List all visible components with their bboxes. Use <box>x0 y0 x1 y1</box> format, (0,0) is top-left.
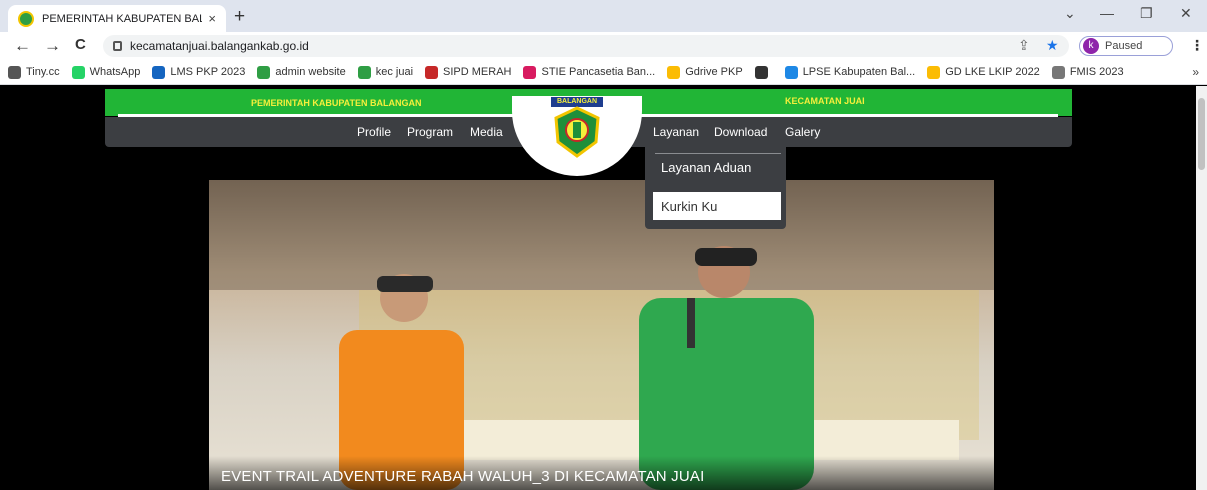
bookmark-favicon-icon <box>927 65 941 79</box>
profile-button[interactable]: k Paused <box>1079 36 1173 56</box>
bookmark-favicon-icon <box>754 65 768 79</box>
address-bar[interactable]: kecamatanjuai.balangankab.go.id <box>103 35 1069 57</box>
bookmark-label: LPSE Kabupaten Bal... <box>802 66 916 78</box>
profile-status: Paused <box>1105 40 1143 52</box>
menu-item-layanan-aduan[interactable]: Layanan Aduan <box>661 160 751 175</box>
close-window-button[interactable]: ✕ <box>1180 5 1192 22</box>
bookmark-favicon-icon <box>8 65 21 79</box>
hero-photo <box>209 180 994 490</box>
browser-toolbar: ← → C kecamatanjuai.balangankab.go.id ⇪ … <box>0 32 1207 60</box>
bookmark-item[interactable]: Tiny.cc <box>8 65 60 79</box>
bookmark-item[interactable]: GD LKE LKIP 2022 <box>927 65 1040 79</box>
bookmark-label: STIE Pancasetia Ban... <box>541 66 656 78</box>
bookmark-item[interactable]: kec juai <box>357 65 414 79</box>
bookmark-label: GD LKE LKIP 2022 <box>945 66 1040 78</box>
web-page: PEMERINTAH KABUPATEN BALANGAN KECAMATAN … <box>0 86 1196 490</box>
bookmark-label: SIPD MERAH <box>443 66 512 78</box>
header-left-title: PEMERINTAH KABUPATEN BALANGAN <box>251 98 422 108</box>
browser-titlebar: PEMERINTAH KABUPATEN BALAN × + ⌄ — ❐ ✕ <box>0 0 1207 32</box>
regency-emblem-icon <box>554 106 600 158</box>
tab-search-icon[interactable]: ⌄ <box>1064 5 1076 22</box>
lock-icon <box>113 41 122 51</box>
hero-caption[interactable]: EVENT TRAIL ADVENTURE RABAH WALUH_3 DI K… <box>221 468 704 485</box>
restore-button[interactable]: ❐ <box>1140 5 1153 22</box>
bookmark-label: FMIS 2023 <box>1069 66 1124 78</box>
bookmark-favicon-icon <box>257 65 271 79</box>
tab-close-icon[interactable]: × <box>208 11 216 26</box>
bookmark-item[interactable]: FMIS 2023 <box>1051 65 1124 79</box>
menu-kebab-icon[interactable]: ⋮ <box>1190 37 1204 54</box>
bookmark-label: admin website <box>275 66 346 78</box>
minimize-button[interactable]: — <box>1100 5 1114 21</box>
nav-media[interactable]: Media <box>470 125 503 139</box>
site-favicon-icon <box>18 10 34 27</box>
back-button[interactable]: ← <box>14 36 31 56</box>
scrollbar-thumb[interactable] <box>1198 98 1205 170</box>
bookmark-item[interactable]: STIE Pancasetia Ban... <box>523 65 656 79</box>
browser-tab[interactable]: PEMERINTAH KABUPATEN BALAN × <box>8 5 226 32</box>
bookmark-item[interactable]: LMS PKP 2023 <box>152 65 246 79</box>
bookmark-favicon-icon <box>523 65 537 79</box>
bookmark-item[interactable]: admin website <box>257 65 346 79</box>
dropdown-divider <box>655 153 781 154</box>
bookmark-item[interactable]: LPSE Kabupaten Bal... <box>784 65 916 79</box>
nav-profile[interactable]: Profile <box>357 125 391 139</box>
bookmarks-overflow-button[interactable]: » <box>1192 65 1199 79</box>
bookmark-favicon-icon <box>1051 65 1065 79</box>
bookmark-label: LMS PKP 2023 <box>170 66 246 78</box>
bookmark-label: WhatsApp <box>89 66 141 78</box>
bookmark-item[interactable]: WhatsApp <box>71 65 141 79</box>
reload-button[interactable]: C <box>75 36 86 53</box>
bookmark-favicon-icon <box>784 65 798 79</box>
bookmark-label: Gdrive PKP <box>685 66 743 78</box>
bookmark-item[interactable] <box>754 65 773 79</box>
bookmark-favicon-icon <box>425 65 439 79</box>
new-tab-button[interactable]: + <box>234 6 245 28</box>
forward-button[interactable]: → <box>44 36 61 56</box>
nav-program[interactable]: Program <box>407 125 453 139</box>
url-text: kecamatanjuai.balangankab.go.id <box>130 39 309 53</box>
bookmark-label: Tiny.cc <box>26 66 60 78</box>
hero-slide-image[interactable]: EVENT TRAIL ADVENTURE RABAH WALUH_3 DI K… <box>209 180 994 490</box>
bookmark-star-icon[interactable]: ★ <box>1046 37 1059 54</box>
avatar: k <box>1083 38 1099 54</box>
bookmark-favicon-icon <box>667 65 681 79</box>
share-icon[interactable]: ⇪ <box>1018 37 1030 54</box>
bookmarks-bar: Tiny.cc WhatsApp LMS PKP 2023 admin website… <box>0 60 1207 85</box>
menu-item-kurkin-ku[interactable]: Kurkin Ku <box>653 192 781 220</box>
bookmark-item[interactable]: SIPD MERAH <box>425 65 512 79</box>
page-scrollbar[interactable] <box>1196 86 1207 490</box>
layanan-dropdown-menu: Layanan Aduan Kurkin Ku <box>645 147 786 229</box>
bookmark-item[interactable]: Gdrive PKP <box>667 65 743 79</box>
bookmark-favicon-icon <box>357 65 371 79</box>
header-right-title: KECAMATAN JUAI <box>785 96 865 106</box>
bookmark-favicon-icon <box>152 65 166 79</box>
nav-layanan[interactable]: Layanan <box>653 125 699 139</box>
tab-title: PEMERINTAH KABUPATEN BALAN <box>42 12 203 25</box>
nav-galery[interactable]: Galery <box>785 125 820 139</box>
bookmark-label: kec juai <box>375 66 414 78</box>
bookmark-favicon-icon <box>71 65 85 79</box>
nav-download[interactable]: Download <box>714 125 767 139</box>
